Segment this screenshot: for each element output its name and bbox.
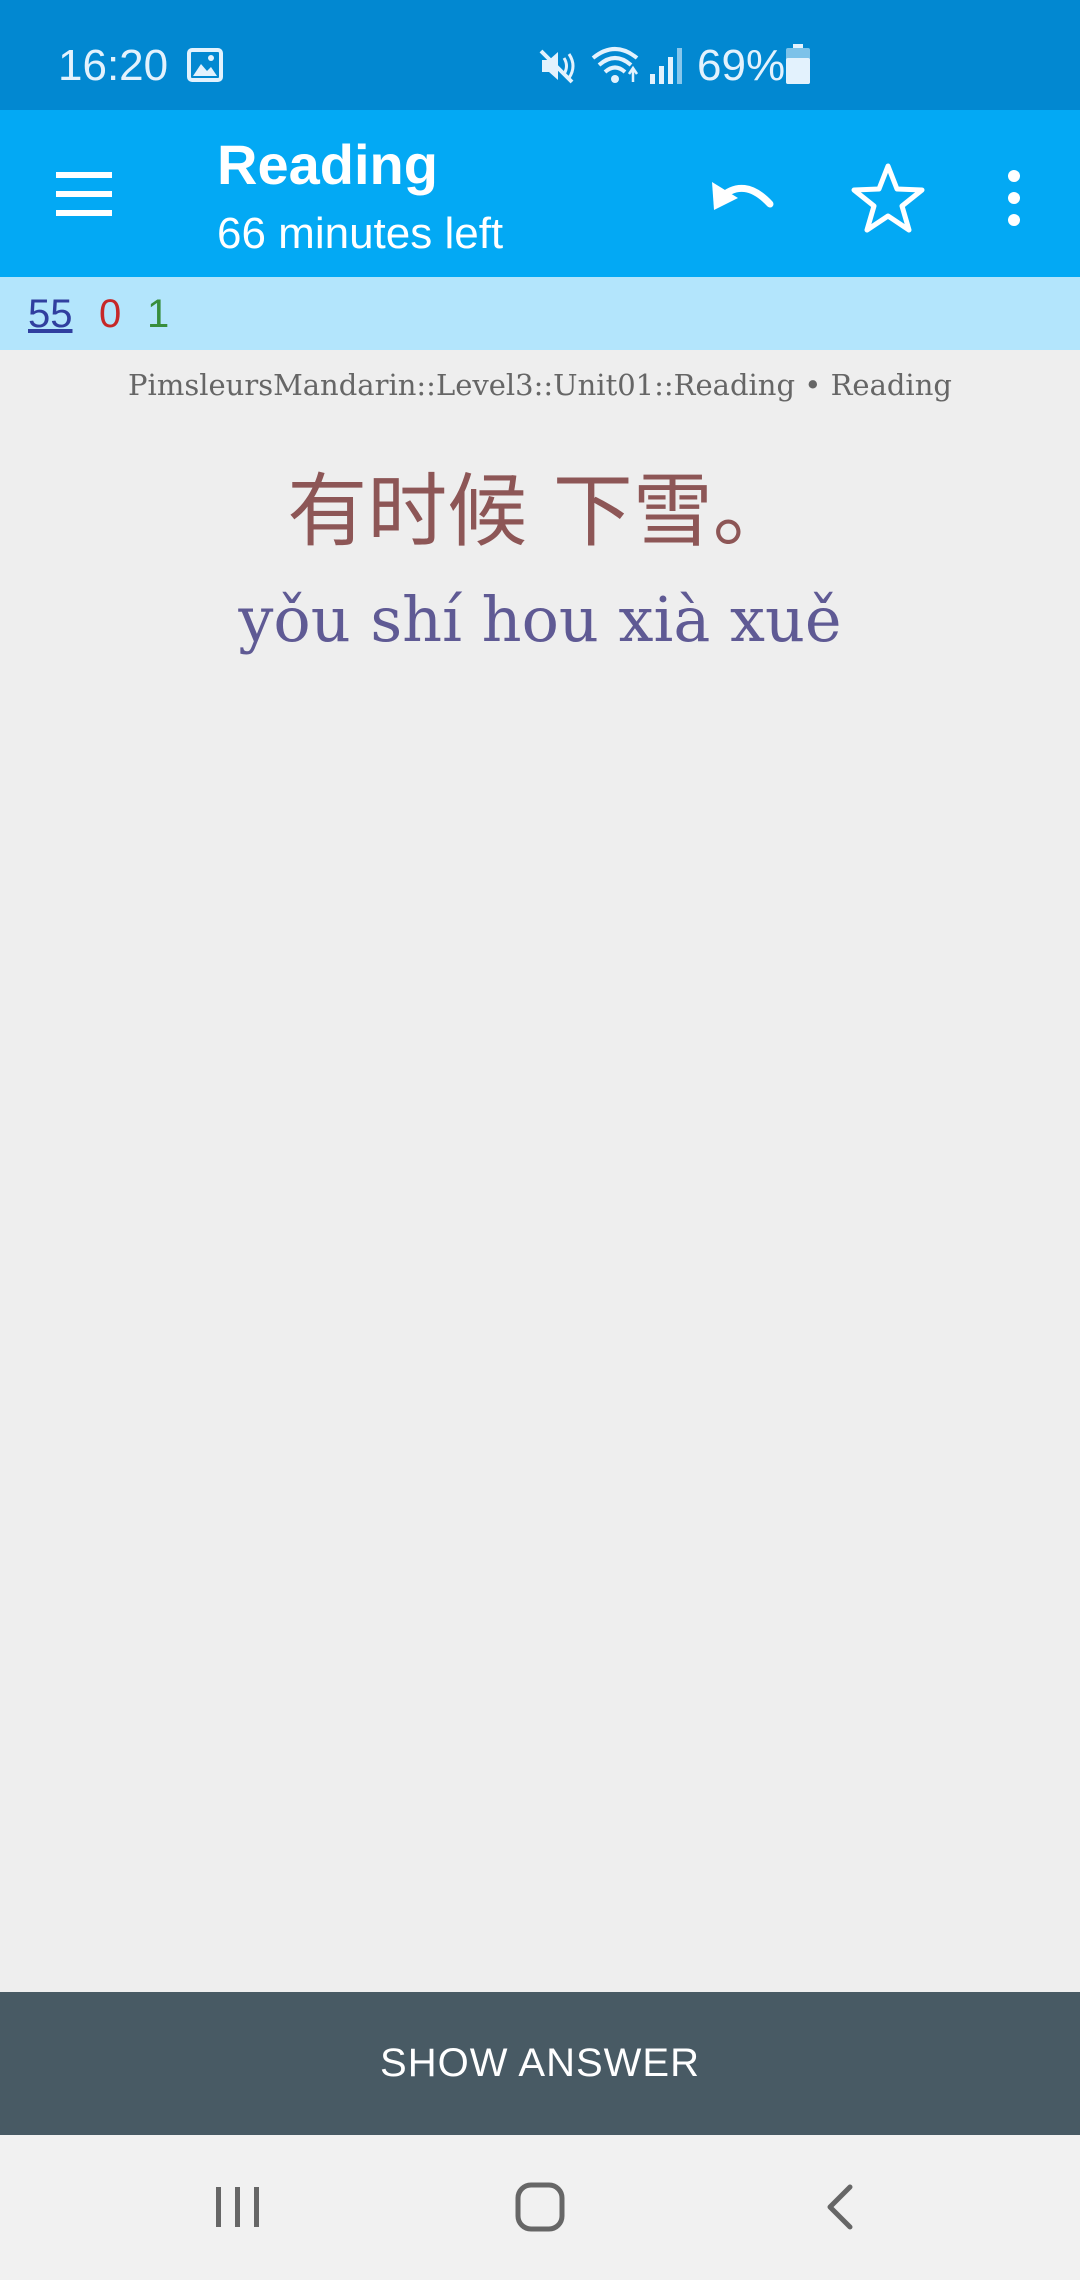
mute-icon (539, 49, 575, 84)
show-answer-button[interactable]: SHOW ANSWER (0, 1992, 1080, 2135)
card-counts-bar: 55 0 1 (0, 277, 1080, 350)
learning-count: 0 (99, 292, 122, 336)
undo-icon[interactable] (700, 154, 788, 242)
time-remaining: 66 minutes left (217, 209, 504, 258)
card-pinyin: yǒu shí hou xià xuě (238, 583, 842, 656)
deck-path: PimsleursMandarin::Level3::Unit01::Readi… (128, 368, 952, 402)
battery-percentage: 69% (697, 41, 786, 90)
more-vert-icon[interactable] (990, 154, 1038, 242)
new-count: 55 (28, 292, 73, 336)
app-bar: Reading 66 minutes left (0, 110, 1080, 277)
page-title: Reading (217, 133, 438, 196)
navigation-bar (0, 2135, 1080, 2280)
signal-icon (650, 48, 682, 84)
recents-icon[interactable] (210, 2177, 266, 2237)
status-time: 16:20 (58, 41, 169, 90)
menu-icon[interactable] (40, 150, 128, 238)
review-count: 1 (147, 292, 170, 336)
star-icon[interactable] (844, 154, 932, 242)
status-bar: 16:20 69% (0, 0, 1080, 110)
home-icon[interactable] (510, 2177, 570, 2237)
card-hanzi: 有时候 下雪。 (287, 465, 793, 558)
back-icon[interactable] (818, 2177, 862, 2237)
gallery-icon (187, 48, 223, 82)
wifi-icon (591, 47, 639, 83)
battery-icon (786, 44, 810, 84)
